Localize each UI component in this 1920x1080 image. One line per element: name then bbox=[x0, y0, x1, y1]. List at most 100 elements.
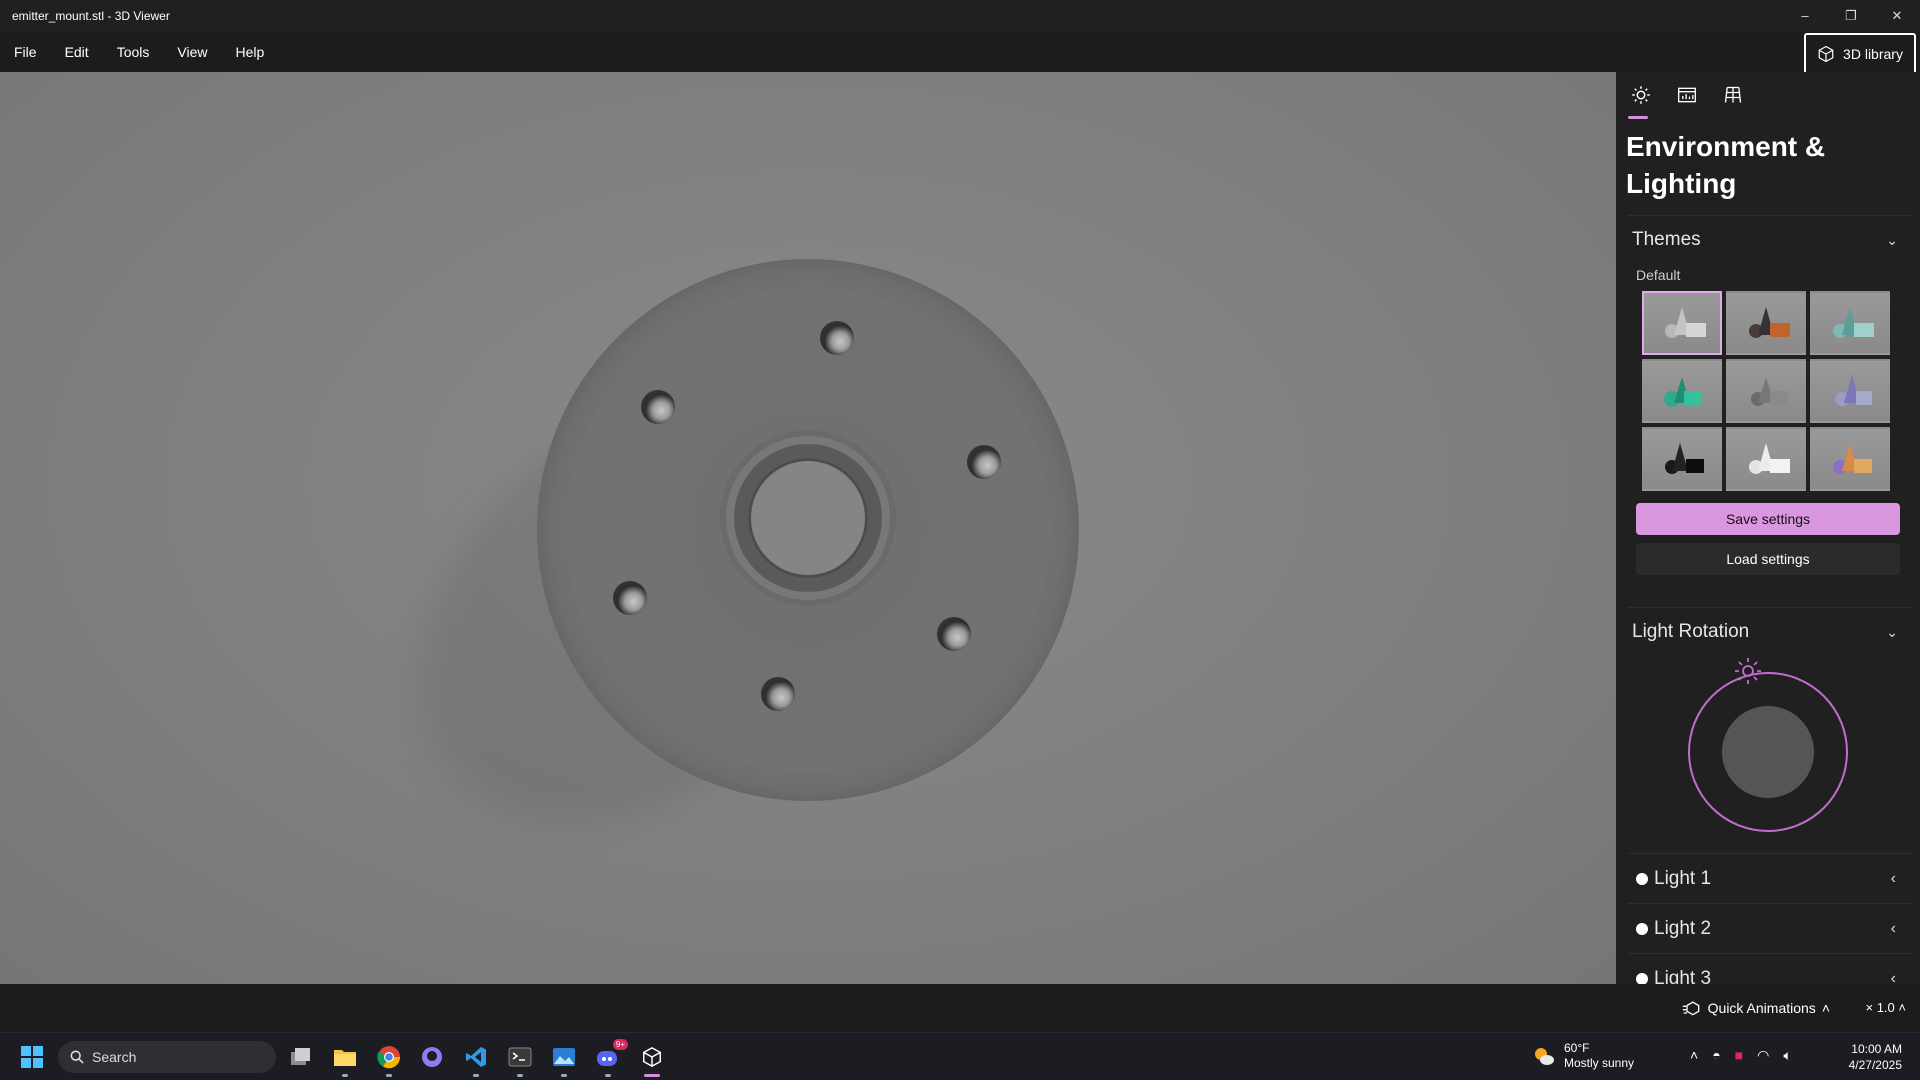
environment-panel: Environment & Lighting Themes ⌄ Default bbox=[1616, 72, 1920, 984]
light-2-row[interactable]: Light 2 ‹ bbox=[1628, 903, 1912, 953]
menu-view[interactable]: View bbox=[163, 44, 221, 60]
quick-animations-button[interactable]: Quick Animations ˄ bbox=[1682, 1000, 1830, 1016]
taskbar: Search 9+ 60°F Mostly sunny ˄ ◓ ■ ◠ 🔈︎ 1… bbox=[0, 1032, 1920, 1080]
running-indicator bbox=[342, 1074, 348, 1077]
task-view-icon bbox=[291, 1048, 310, 1065]
menu-edit[interactable]: Edit bbox=[51, 44, 103, 60]
running-indicator bbox=[561, 1074, 567, 1077]
running-indicator bbox=[386, 1074, 392, 1077]
model-bolt-hole bbox=[820, 321, 854, 355]
3d-library-button[interactable]: 3D library bbox=[1804, 33, 1916, 75]
chevron-up-icon: ˄ bbox=[1821, 1000, 1830, 1016]
3d-viewport[interactable] bbox=[0, 72, 1616, 984]
github-icon bbox=[422, 1047, 442, 1067]
3d-viewer-icon bbox=[643, 1046, 661, 1068]
weather-desc: Mostly sunny bbox=[1564, 1056, 1635, 1070]
wifi-icon[interactable]: ◠ bbox=[1757, 1047, 1769, 1064]
active-app-indicator bbox=[644, 1074, 660, 1077]
weather-text: 60°F Mostly sunny bbox=[1564, 1041, 1634, 1071]
theme-thumbnail[interactable] bbox=[1810, 359, 1890, 423]
3d-model-emitter-mount[interactable] bbox=[537, 259, 1079, 801]
chevron-up-icon[interactable]: ˄ bbox=[1690, 1047, 1698, 1064]
menu-tools[interactable]: Tools bbox=[103, 44, 164, 60]
taskbar-discord[interactable]: 9+ bbox=[592, 1039, 628, 1077]
taskbar-vscode[interactable] bbox=[460, 1041, 492, 1077]
light-direction-handle-sun-icon[interactable] bbox=[1732, 655, 1764, 687]
title-bar: emitter_mount.stl - 3D Viewer – ❐ ✕ bbox=[0, 0, 1920, 31]
tab-stats[interactable] bbox=[1674, 82, 1700, 108]
theme-preview-icon bbox=[1835, 375, 1872, 406]
theme-thumbnail[interactable] bbox=[1810, 291, 1890, 355]
panel-title: Environment & Lighting bbox=[1626, 131, 1826, 199]
theme-thumbnail[interactable] bbox=[1726, 359, 1806, 423]
partly-sunny-icon bbox=[1535, 1048, 1554, 1065]
panel-tabs bbox=[1628, 82, 1746, 108]
theme-thumbnail-default[interactable] bbox=[1642, 291, 1722, 355]
selected-theme-label: Default bbox=[1636, 267, 1681, 283]
chevron-left-icon[interactable]: ‹ bbox=[1891, 920, 1896, 938]
load-settings-button[interactable]: Load settings bbox=[1636, 543, 1900, 575]
chevron-up-icon: ˄ bbox=[1898, 1000, 1906, 1015]
theme-preview-icon bbox=[1664, 377, 1702, 407]
tab-environment[interactable] bbox=[1628, 82, 1654, 108]
theme-thumbnail[interactable] bbox=[1642, 427, 1722, 491]
chrome-icon bbox=[377, 1046, 401, 1069]
photos-icon bbox=[553, 1048, 575, 1066]
folder-icon bbox=[334, 1050, 356, 1066]
theme-thumbnail[interactable] bbox=[1726, 291, 1806, 355]
search-icon bbox=[70, 1050, 84, 1064]
menu-help[interactable]: Help bbox=[221, 44, 278, 60]
chevron-down-icon[interactable]: ⌄ bbox=[1886, 232, 1898, 249]
model-bolt-hole bbox=[641, 390, 675, 424]
chevron-down-icon[interactable]: ⌄ bbox=[1886, 624, 1898, 641]
animation-speed[interactable]: × 1.0 ˄ bbox=[1866, 1000, 1907, 1015]
chevron-left-icon[interactable]: ‹ bbox=[1891, 970, 1896, 985]
theme-preview-icon bbox=[1749, 307, 1790, 338]
start-button[interactable] bbox=[16, 1041, 48, 1073]
clock-time: 10:00 AM bbox=[1851, 1042, 1902, 1056]
system-tray: ˄ ◓ ■ ◠ 🔈︎ bbox=[1690, 1047, 1792, 1064]
light-2-label: Light 2 bbox=[1654, 917, 1712, 939]
themes-header[interactable]: Themes bbox=[1632, 229, 1701, 251]
chevron-left-icon[interactable]: ‹ bbox=[1891, 870, 1896, 888]
theme-preview-icon bbox=[1833, 307, 1874, 338]
taskbar-clock[interactable]: 10:00 AM 4/27/2025 bbox=[1849, 1041, 1902, 1073]
restore-button[interactable]: ❐ bbox=[1828, 0, 1874, 31]
restore-icon: ❐ bbox=[1845, 7, 1857, 23]
app-tray-icon[interactable]: ■ bbox=[1735, 1047, 1743, 1064]
light-1-row[interactable]: Light 1 ‹ bbox=[1628, 853, 1912, 903]
light-1-label: Light 1 bbox=[1654, 867, 1712, 889]
save-settings-button[interactable]: Save settings bbox=[1636, 503, 1900, 535]
light-3-label: Light 3 bbox=[1654, 967, 1712, 985]
3d-library-label: 3D library bbox=[1843, 46, 1903, 62]
light-rotation-dial[interactable] bbox=[1688, 672, 1848, 832]
weather-widget[interactable]: 60°F Mostly sunny bbox=[1532, 1041, 1634, 1071]
theme-preview-icon bbox=[1751, 377, 1788, 406]
volume-icon[interactable]: 🔈︎ bbox=[1783, 1047, 1791, 1064]
task-view-button[interactable] bbox=[285, 1041, 317, 1073]
close-button[interactable]: ✕ bbox=[1874, 0, 1920, 31]
light-rotation-preview bbox=[1722, 706, 1814, 798]
quick-animations-label: Quick Animations bbox=[1707, 1000, 1816, 1016]
theme-preview-icon bbox=[1665, 443, 1704, 474]
stats-icon bbox=[1678, 87, 1696, 103]
tab-mesh[interactable] bbox=[1720, 82, 1746, 108]
theme-preview-icon bbox=[1749, 443, 1790, 474]
taskbar-file-explorer[interactable] bbox=[329, 1041, 361, 1077]
theme-thumbnail[interactable] bbox=[1642, 359, 1722, 423]
taskbar-terminal[interactable] bbox=[504, 1041, 536, 1077]
theme-thumbnail[interactable] bbox=[1810, 427, 1890, 491]
taskbar-chrome[interactable] bbox=[373, 1041, 405, 1077]
divider bbox=[1628, 215, 1912, 216]
theme-thumbnail[interactable] bbox=[1726, 427, 1806, 491]
minimize-button[interactable]: – bbox=[1782, 0, 1828, 31]
discord-tray-icon[interactable]: ◓ bbox=[1712, 1047, 1720, 1064]
menu-file[interactable]: File bbox=[0, 44, 51, 60]
taskbar-photos[interactable] bbox=[548, 1041, 580, 1077]
clock-date: 4/27/2025 bbox=[1848, 1058, 1902, 1072]
taskbar-github[interactable] bbox=[416, 1041, 448, 1073]
light-rotation-header[interactable]: Light Rotation bbox=[1632, 621, 1749, 643]
taskbar-search[interactable]: Search bbox=[58, 1041, 276, 1073]
taskbar-3d-viewer[interactable] bbox=[636, 1041, 668, 1077]
light-3-row[interactable]: Light 3 ‹ bbox=[1628, 953, 1912, 984]
